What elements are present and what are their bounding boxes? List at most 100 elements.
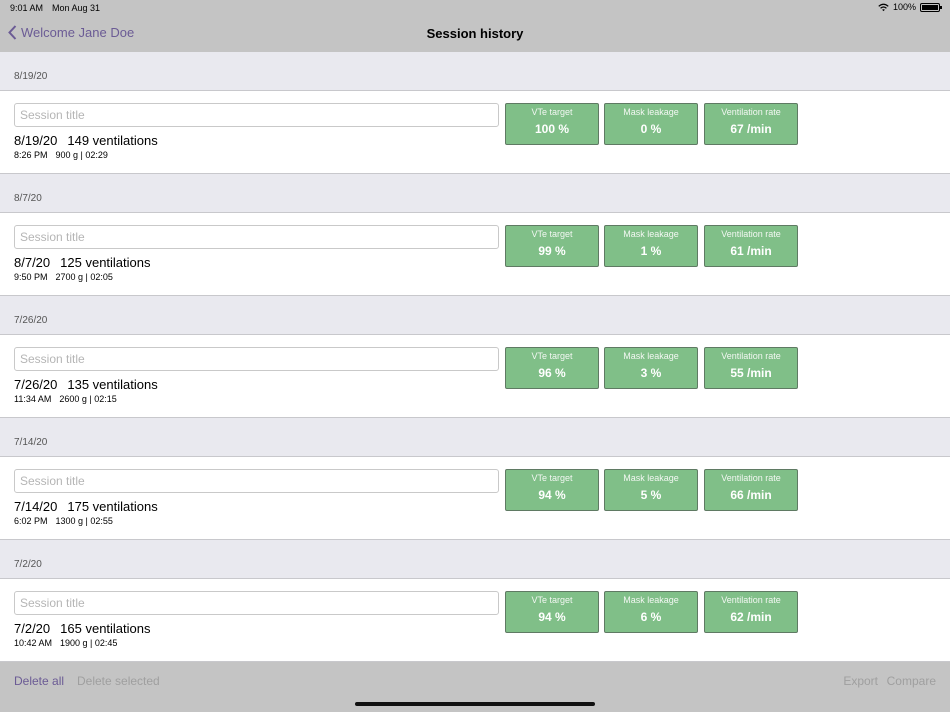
session-title-input[interactable] — [14, 225, 499, 249]
navigation-bar: Welcome Jane Doe Session history — [0, 16, 950, 53]
section-header: 7/14/20 — [0, 418, 950, 457]
metric-label: VTe target — [531, 595, 573, 605]
metric-label: VTe target — [531, 229, 573, 239]
session-details: 9:50 PM 2700 g | 02:05 — [14, 272, 113, 282]
metric-ventilation-rate[interactable]: Ventilation rate 67 /min — [704, 103, 798, 145]
ventilation-count: 175 ventilations — [67, 499, 158, 514]
metric-mask-leakage[interactable]: Mask leakage 5 % — [604, 469, 698, 511]
session-date: 8/19/20 — [14, 133, 58, 148]
status-time: 9:01 AM — [10, 3, 44, 13]
session-meta: 900 g | 02:29 — [55, 150, 108, 160]
session-details: 11:34 AM 2600 g | 02:15 — [14, 394, 117, 404]
metric-vte-target[interactable]: VTe target 99 % — [505, 225, 599, 267]
session-title-input[interactable] — [14, 347, 499, 371]
delete-selected-button[interactable]: Delete selected — [77, 674, 160, 688]
metric-value: 62 /min — [730, 610, 772, 624]
page-title: Session history — [426, 26, 524, 41]
session-summary: 7/14/20 175 ventilations — [14, 499, 158, 514]
delete-all-button[interactable]: Delete all — [14, 674, 64, 688]
metric-vte-target[interactable]: VTe target 100 % — [505, 103, 599, 145]
session-row[interactable]: 7/2/20 165 ventilations 10:42 AM 1900 g | … — [0, 579, 950, 662]
metric-value: 1 % — [640, 244, 662, 258]
session-time: 6:02 PM — [14, 516, 48, 526]
session-details: 8:26 PM 900 g | 02:29 — [14, 150, 108, 160]
section-header: 7/26/20 — [0, 296, 950, 335]
session-date: 7/26/20 — [14, 377, 58, 392]
metric-label: Ventilation rate — [721, 351, 781, 361]
session-title-input[interactable] — [14, 591, 499, 615]
metric-ventilation-rate[interactable]: Ventilation rate 66 /min — [704, 469, 798, 511]
session-meta: 1300 g | 02:55 — [55, 516, 113, 526]
metric-value: 94 % — [538, 488, 566, 502]
metric-ventilation-rate[interactable]: Ventilation rate 62 /min — [704, 591, 798, 633]
metric-value: 96 % — [538, 366, 566, 380]
home-indicator[interactable] — [355, 702, 595, 706]
session-summary: 8/7/20 125 ventilations — [14, 255, 151, 270]
session-row[interactable]: 8/19/20 149 ventilations 8:26 PM 900 g | 0… — [0, 91, 950, 174]
session-title-input[interactable] — [14, 469, 499, 493]
section-date: 8/7/20 — [14, 193, 42, 204]
session-row[interactable]: 8/7/20 125 ventilations 9:50 PM 2700 g | 0… — [0, 213, 950, 296]
session-summary: 8/19/20 149 ventilations — [14, 133, 158, 148]
metric-label: Ventilation rate — [721, 473, 781, 483]
session-date: 7/2/20 — [14, 621, 51, 636]
session-title-input[interactable] — [14, 103, 499, 127]
session-meta: 2700 g | 02:05 — [55, 272, 113, 282]
ventilation-count: 165 ventilations — [60, 621, 151, 636]
section-date: 7/2/20 — [14, 559, 42, 570]
section-date: 7/26/20 — [14, 315, 48, 326]
metric-value: 100 % — [534, 122, 570, 136]
ventilation-count: 149 ventilations — [67, 133, 158, 148]
session-details: 6:02 PM 1300 g | 02:55 — [14, 516, 113, 526]
metric-mask-leakage[interactable]: Mask leakage 6 % — [604, 591, 698, 633]
compare-button[interactable]: Compare — [887, 674, 936, 688]
metric-label: Ventilation rate — [721, 595, 781, 605]
session-row[interactable]: 7/26/20 135 ventilations 11:34 AM 2600 g |… — [0, 335, 950, 418]
metric-label: Mask leakage — [623, 107, 679, 117]
metric-vte-target[interactable]: VTe target 96 % — [505, 347, 599, 389]
metric-label: VTe target — [531, 473, 573, 483]
session-time: 11:34 AM — [14, 394, 52, 404]
battery-icon — [920, 2, 942, 12]
status-right: 100% — [878, 2, 942, 12]
session-meta: 1900 g | 02:45 — [60, 638, 118, 648]
metric-value: 66 /min — [730, 488, 772, 502]
metric-label: VTe target — [531, 351, 573, 361]
session-list[interactable]: 8/19/20 8/19/20 149 ventilations 8:26 PM 9… — [0, 52, 950, 662]
metric-label: Mask leakage — [623, 473, 679, 483]
metric-vte-target[interactable]: VTe target 94 % — [505, 591, 599, 633]
battery-percent: 100% — [892, 2, 916, 12]
metric-mask-leakage[interactable]: Mask leakage 1 % — [604, 225, 698, 267]
metric-value: 0 % — [640, 122, 662, 136]
status-date: Mon Aug 31 — [52, 3, 101, 13]
metric-mask-leakage[interactable]: Mask leakage 0 % — [604, 103, 698, 145]
section-header: 7/2/20 — [0, 540, 950, 579]
metric-value: 5 % — [640, 488, 662, 502]
metric-value: 67 /min — [730, 122, 772, 136]
session-time: 9:50 PM — [14, 272, 48, 282]
metric-label: Mask leakage — [623, 595, 679, 605]
wifi-icon — [878, 3, 889, 11]
metric-label: Ventilation rate — [721, 229, 781, 239]
session-summary: 7/26/20 135 ventilations — [14, 377, 158, 392]
status-bar: 9:01 AM Mon Aug 31 100% — [0, 0, 950, 16]
ventilation-count: 135 ventilations — [67, 377, 158, 392]
session-date: 7/14/20 — [14, 499, 58, 514]
export-button[interactable]: Export — [843, 674, 878, 688]
session-meta: 2600 g | 02:15 — [59, 394, 117, 404]
metric-label: Mask leakage — [623, 351, 679, 361]
session-time: 10:42 AM — [14, 638, 53, 648]
metric-value: 99 % — [538, 244, 566, 258]
metric-vte-target[interactable]: VTe target 94 % — [505, 469, 599, 511]
section-date: 8/19/20 — [14, 71, 48, 82]
metric-mask-leakage[interactable]: Mask leakage 3 % — [604, 347, 698, 389]
metric-label: Ventilation rate — [721, 107, 781, 117]
metric-value: 94 % — [538, 610, 566, 624]
session-row[interactable]: 7/14/20 175 ventilations 6:02 PM 1300 g | … — [0, 457, 950, 540]
metric-value: 3 % — [640, 366, 662, 380]
section-header: 8/7/20 — [0, 174, 950, 213]
metric-label: VTe target — [531, 107, 573, 117]
metric-ventilation-rate[interactable]: Ventilation rate 61 /min — [704, 225, 798, 267]
metric-ventilation-rate[interactable]: Ventilation rate 55 /min — [704, 347, 798, 389]
session-summary: 7/2/20 165 ventilations — [14, 621, 151, 636]
